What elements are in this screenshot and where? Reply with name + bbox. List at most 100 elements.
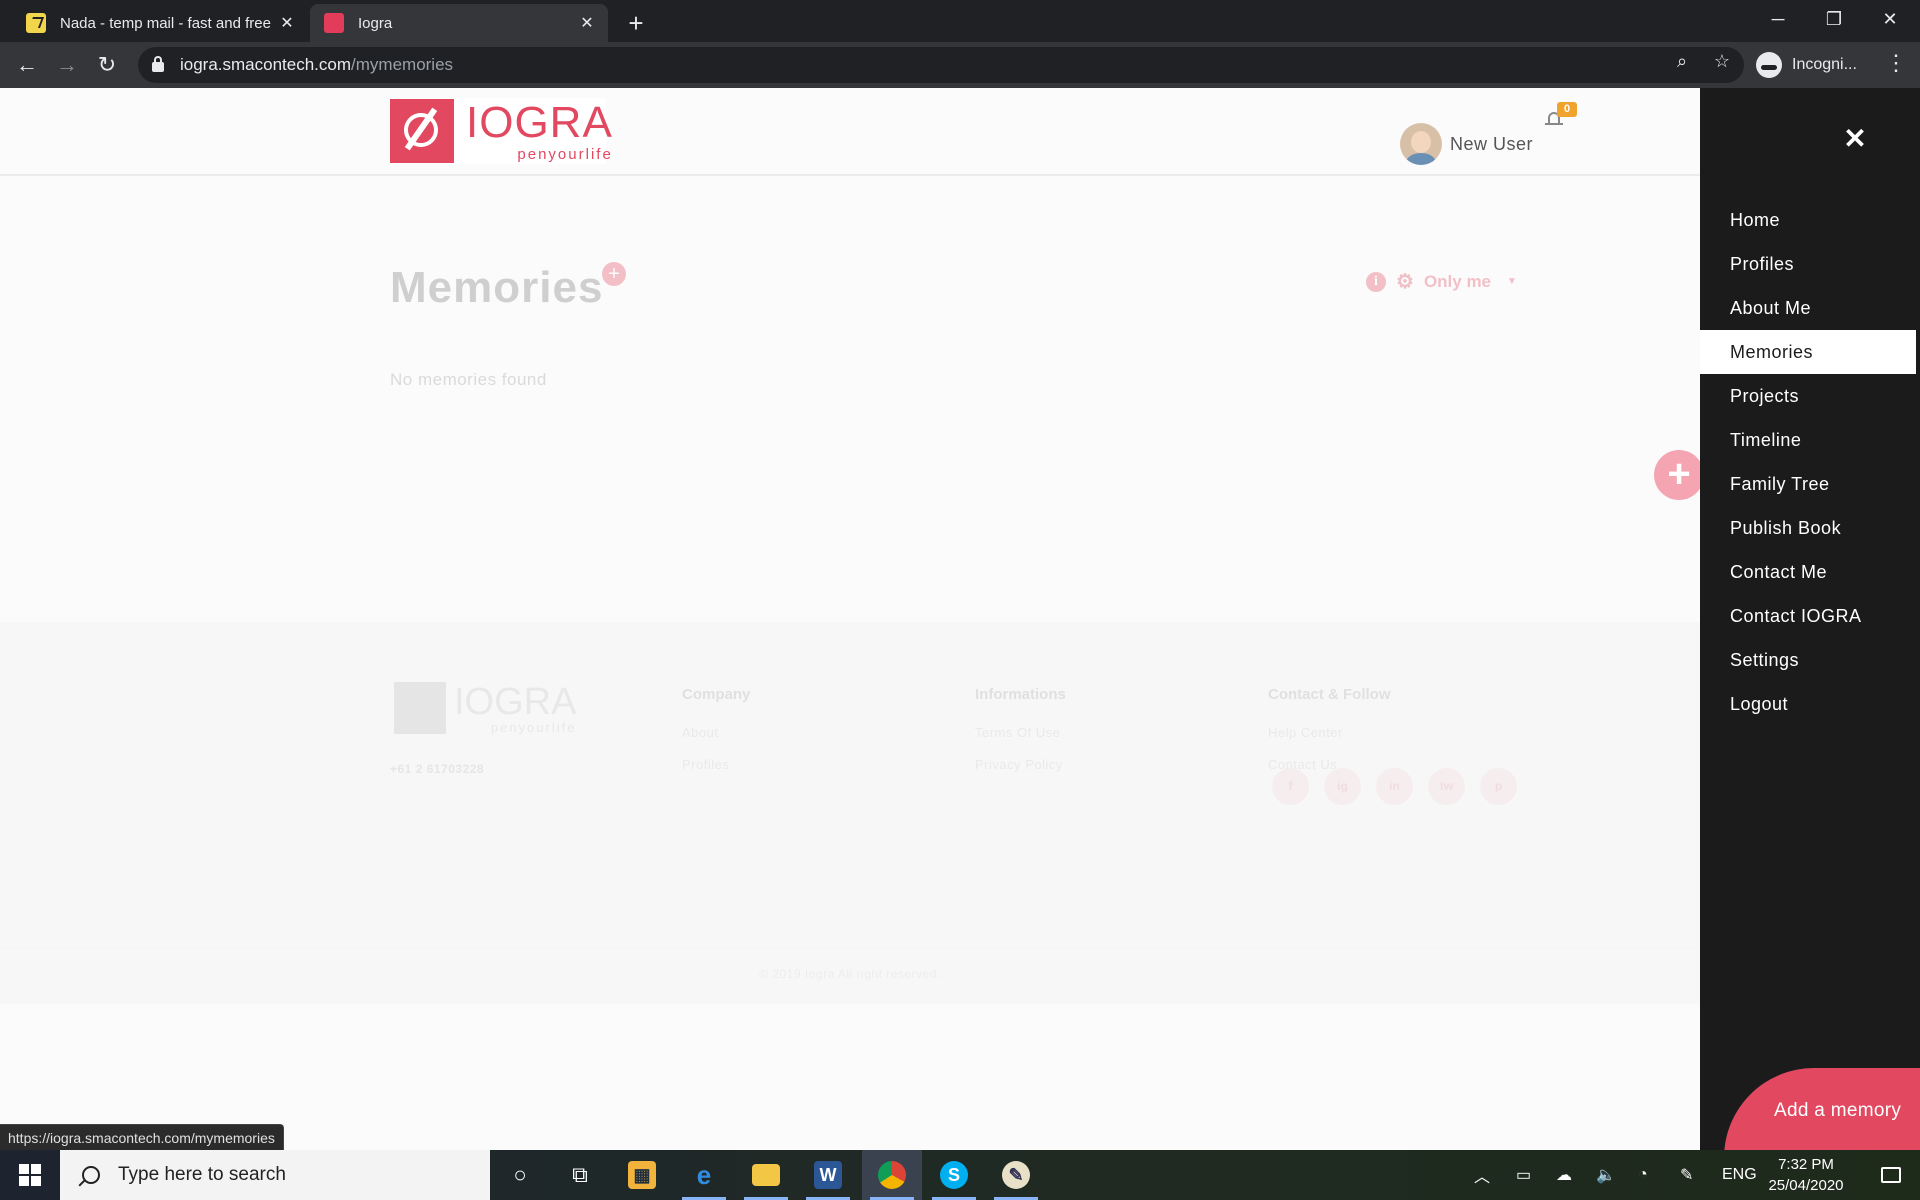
zoom-icon[interactable]: ⌕ xyxy=(1668,51,1696,72)
menu-item-contact-me[interactable]: Contact Me xyxy=(1700,550,1916,594)
info-icon[interactable]: i xyxy=(1366,271,1386,292)
show-hidden-icons-chevron-icon[interactable]: ︿ xyxy=(1474,1150,1490,1200)
browser-tab-nada[interactable]: Nada - temp mail - fast and free ✕ xyxy=(12,4,308,42)
battery-icon[interactable]: ▭ xyxy=(1516,1150,1531,1200)
search-icon xyxy=(82,1166,100,1184)
menu-item-profiles[interactable]: Profiles xyxy=(1700,242,1916,286)
close-tab-icon[interactable]: ✕ xyxy=(576,13,598,33)
tab-title: Iogra xyxy=(358,14,393,32)
task-view-icon[interactable]: ⧉ xyxy=(550,1150,610,1200)
file-explorer-icon[interactable] xyxy=(736,1150,796,1200)
clock-date: 25/04/2020 xyxy=(1768,1177,1844,1194)
menu-item-logout[interactable]: Logout xyxy=(1700,682,1916,726)
side-menu: ✕ Home Profiles About Me Memories Projec… xyxy=(1700,88,1920,1150)
menu-item-settings[interactable]: Settings xyxy=(1700,638,1916,682)
site-header: IOGRA penyourlife New User 0 xyxy=(0,88,1700,176)
action-center-icon[interactable] xyxy=(1866,1150,1916,1200)
footer-column-informations: Informations Terms Of Use Privacy Policy xyxy=(975,686,1066,789)
windows-taskbar: Type here to search ○ ⧉ ▦ e W S ✎ ︿ ▭ ☁ … xyxy=(0,1150,1920,1200)
onedrive-cloud-icon[interactable]: ☁ xyxy=(1556,1150,1572,1200)
copyright-text: © 2019 Iogra All right reserved. xyxy=(759,967,941,981)
footer-bottom-bar: © 2019 Iogra All right reserved. xyxy=(0,948,1700,1004)
page-title: Memories xyxy=(390,263,604,312)
lock-icon xyxy=(152,56,164,72)
footer-logo[interactable]: IOGRA penyourlife xyxy=(394,682,576,734)
restore-window-icon[interactable]: ❐ xyxy=(1806,0,1862,38)
avatar xyxy=(1400,123,1442,165)
footer-link-help-center[interactable]: Help Center xyxy=(1268,725,1391,740)
footer-heading: Informations xyxy=(975,686,1066,703)
network-icon[interactable]: ◔ xyxy=(1638,1150,1648,1200)
reload-icon[interactable]: ↻ xyxy=(92,50,122,80)
notification-count-badge: 0 xyxy=(1557,102,1577,117)
menu-item-projects[interactable]: Projects xyxy=(1700,374,1916,418)
site-logo[interactable]: IOGRA penyourlife xyxy=(390,98,612,164)
pinterest-icon[interactable]: p xyxy=(1480,768,1517,805)
logo-name: IOGRA xyxy=(466,97,613,147)
close-tab-icon[interactable]: ✕ xyxy=(276,13,298,33)
facebook-icon[interactable]: f xyxy=(1272,768,1309,805)
footer-link-about[interactable]: About xyxy=(682,725,750,740)
store-icon[interactable]: ▦ xyxy=(612,1150,672,1200)
close-icon[interactable]: ✕ xyxy=(1840,124,1870,154)
browser-toolbar: ← → ↻ iogra.smacontech.com/mymemories ⌕ … xyxy=(0,42,1920,88)
user-menu[interactable]: New User xyxy=(1400,123,1533,165)
menu-item-family-tree[interactable]: Family Tree xyxy=(1700,462,1916,506)
skype-icon[interactable]: S xyxy=(924,1150,984,1200)
gear-icon: ⚙ xyxy=(1396,271,1414,293)
nada-favicon-icon xyxy=(26,13,46,33)
footer-heading: Contact & Follow xyxy=(1268,686,1391,703)
word-icon[interactable]: W xyxy=(798,1150,858,1200)
footer-logo-name: IOGRA xyxy=(454,680,577,723)
cortana-icon[interactable]: ○ xyxy=(490,1150,550,1200)
menu-item-publish-book[interactable]: Publish Book xyxy=(1700,506,1916,550)
menu-item-timeline[interactable]: Timeline xyxy=(1700,418,1916,462)
taskbar-search-box[interactable]: Type here to search xyxy=(60,1150,490,1200)
paint-icon[interactable]: ✎ xyxy=(986,1150,1046,1200)
browser-tab-strip: Nada - temp mail - fast and free ✕ Iogra… xyxy=(0,0,1920,42)
url-text: iogra.smacontech.com/mymemories xyxy=(180,55,454,74)
iogra-logo-icon xyxy=(394,682,446,734)
footer-link-profiles[interactable]: Profiles xyxy=(682,757,750,772)
iogra-logo-icon xyxy=(390,99,454,163)
twitter-icon[interactable]: tw xyxy=(1428,768,1465,805)
footer-link-privacy[interactable]: Privacy Policy xyxy=(975,757,1066,772)
menu-item-contact-iogra[interactable]: Contact IOGRA xyxy=(1700,594,1916,638)
tab-title: Nada - temp mail - fast and free xyxy=(60,14,271,32)
menu-item-home[interactable]: Home xyxy=(1700,198,1916,242)
edge-icon[interactable]: e xyxy=(674,1150,734,1200)
floating-add-button[interactable]: + xyxy=(1654,450,1700,500)
address-bar[interactable]: iogra.smacontech.com/mymemories ⌕ ☆ xyxy=(138,47,1744,83)
forward-arrow-icon[interactable]: → xyxy=(52,50,82,80)
social-links: f ig in tw p xyxy=(1272,768,1517,805)
chrome-icon[interactable] xyxy=(862,1150,922,1200)
language-indicator[interactable]: ENG xyxy=(1722,1150,1757,1200)
add-memory-plus-icon[interactable]: + xyxy=(602,262,626,286)
start-button[interactable] xyxy=(0,1150,60,1200)
chevron-down-icon: ▼ xyxy=(1507,276,1517,287)
search-placeholder: Type here to search xyxy=(118,1164,286,1185)
minimize-window-icon[interactable]: ─ xyxy=(1750,0,1806,38)
side-menu-list: Home Profiles About Me Memories Projects… xyxy=(1700,198,1916,726)
instagram-icon[interactable]: ig xyxy=(1324,768,1361,805)
footer-link-terms[interactable]: Terms Of Use xyxy=(975,725,1066,740)
footer-phone: +61 2 61703228 xyxy=(390,762,485,776)
linkedin-icon[interactable]: in xyxy=(1376,768,1413,805)
web-page: IOGRA penyourlife New User 0 Memories + … xyxy=(0,88,1700,1150)
menu-item-about-me[interactable]: About Me xyxy=(1700,286,1916,330)
incognito-profile-button[interactable]: Incogni... xyxy=(1756,47,1866,83)
browser-tab-iogra[interactable]: Iogra ✕ xyxy=(310,4,608,42)
footer-heading: Company xyxy=(682,686,751,703)
privacy-label: Only me xyxy=(1423,271,1492,291)
taskbar-clock[interactable]: 7:32 PM 25/04/2020 xyxy=(1756,1154,1856,1196)
windows-logo-icon xyxy=(19,1164,41,1186)
privacy-selector[interactable]: i ⚙ Only me ▼ xyxy=(1366,269,1517,294)
volume-icon[interactable]: 🔈 xyxy=(1596,1150,1616,1200)
close-window-icon[interactable]: ✕ xyxy=(1862,0,1918,38)
pen-icon[interactable]: ✎ xyxy=(1680,1150,1693,1200)
browser-menu-kebab-icon[interactable]: ⋮ xyxy=(1884,50,1908,76)
back-arrow-icon[interactable]: ← xyxy=(12,50,42,80)
menu-item-memories[interactable]: Memories xyxy=(1700,330,1916,374)
new-tab-plus-icon[interactable]: + xyxy=(622,8,650,39)
bookmark-star-icon[interactable]: ☆ xyxy=(1708,51,1736,72)
